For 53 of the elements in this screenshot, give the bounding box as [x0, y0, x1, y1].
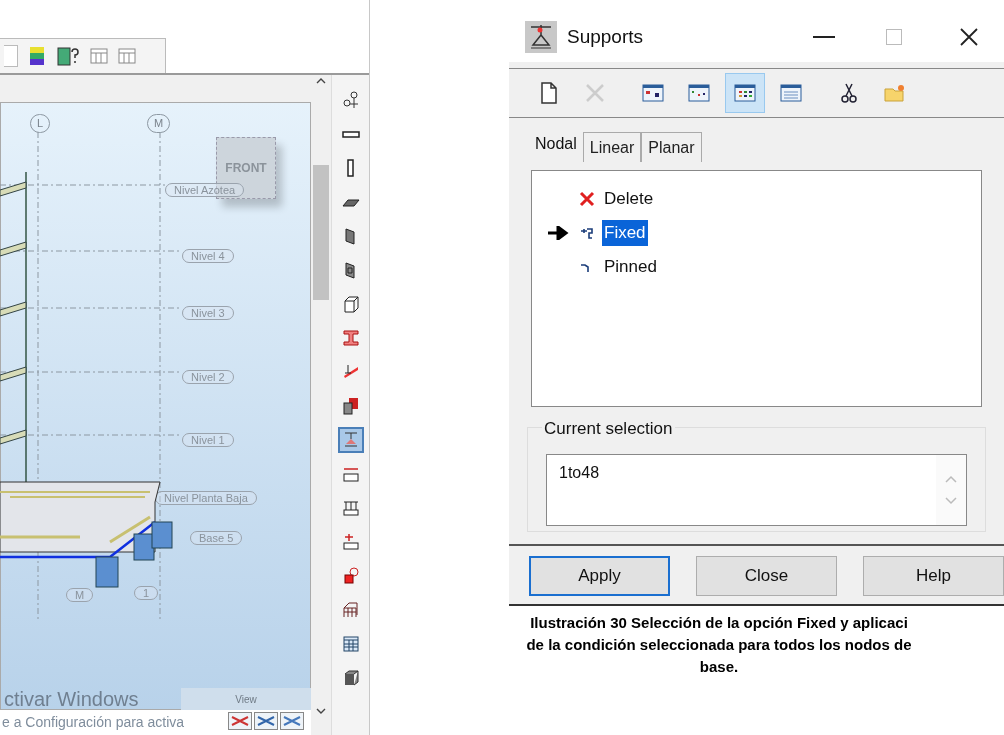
tab[interactable]: Planar [641, 132, 702, 162]
table-view-icon [779, 81, 803, 105]
node-label: 1 [134, 586, 159, 600]
window-title: Supports [567, 24, 644, 49]
load-case-icon [340, 532, 361, 552]
figure-caption: Ilustración 30 Selección de la opción Fixed y aplicaci [530, 613, 908, 633]
level-label: Base 5 [190, 531, 243, 545]
view-cube-label: FRONT [225, 160, 267, 177]
view-mode-icon[interactable] [228, 712, 252, 730]
scroll-down-icon[interactable] [316, 707, 327, 715]
support-type-item[interactable]: Delete [602, 186, 656, 212]
level-label: Nivel 2 [182, 370, 234, 384]
close-icon [959, 27, 979, 47]
tab[interactable]: Linear [582, 132, 642, 162]
toolbar-button[interactable] [725, 73, 765, 113]
dialog-button[interactable]: Help [863, 556, 1004, 596]
delete-icon [579, 191, 595, 207]
table-icon [340, 634, 361, 654]
level-label: Nivel Planta Baja [155, 491, 257, 505]
scrollbar-thumb[interactable] [313, 165, 330, 300]
level-label: Nivel 3 [182, 306, 234, 320]
level-label: Nivel Azotea [165, 183, 245, 197]
scrollbar[interactable] [311, 75, 332, 735]
cubes-icon [340, 396, 361, 416]
table-view-icon [733, 81, 757, 105]
building-icon[interactable] [28, 45, 46, 67]
scroll-up-icon[interactable] [316, 77, 327, 85]
dropdown-field[interactable] [4, 45, 18, 67]
building-help-icon[interactable] [56, 45, 80, 67]
level-label: Nivel 4 [182, 249, 234, 263]
distributed-load-icon [340, 498, 361, 518]
view-mode-icon[interactable] [254, 712, 278, 730]
support-icon [525, 21, 557, 53]
dialog-button[interactable]: Apply [529, 556, 670, 596]
activation-watermark: ctivar Windows [4, 687, 139, 710]
figure-caption: base. [699, 657, 739, 677]
node-label: M [66, 588, 94, 602]
support-type-item[interactable]: Fixed [602, 220, 648, 246]
view-mode-icon[interactable] [280, 712, 304, 730]
table-view-icon [687, 81, 711, 105]
dialog-button[interactable]: Close [696, 556, 837, 596]
figure-caption: de la condición seleccionada para todos los nodos de [526, 635, 912, 655]
table-view-icon [641, 81, 665, 105]
maximize-icon [886, 29, 902, 45]
activation-watermark: e a Configuración para activa [1, 713, 185, 732]
level-label: Nivel 1 [182, 433, 234, 447]
i-beam-icon [340, 328, 361, 348]
frame-icon [340, 600, 361, 620]
axis-icon [340, 90, 361, 110]
minimize-icon [813, 36, 835, 38]
support-type-item[interactable]: Pinned [602, 254, 659, 280]
fixed-support-icon [580, 226, 594, 240]
current-selection-value: 1to48 [558, 463, 601, 483]
